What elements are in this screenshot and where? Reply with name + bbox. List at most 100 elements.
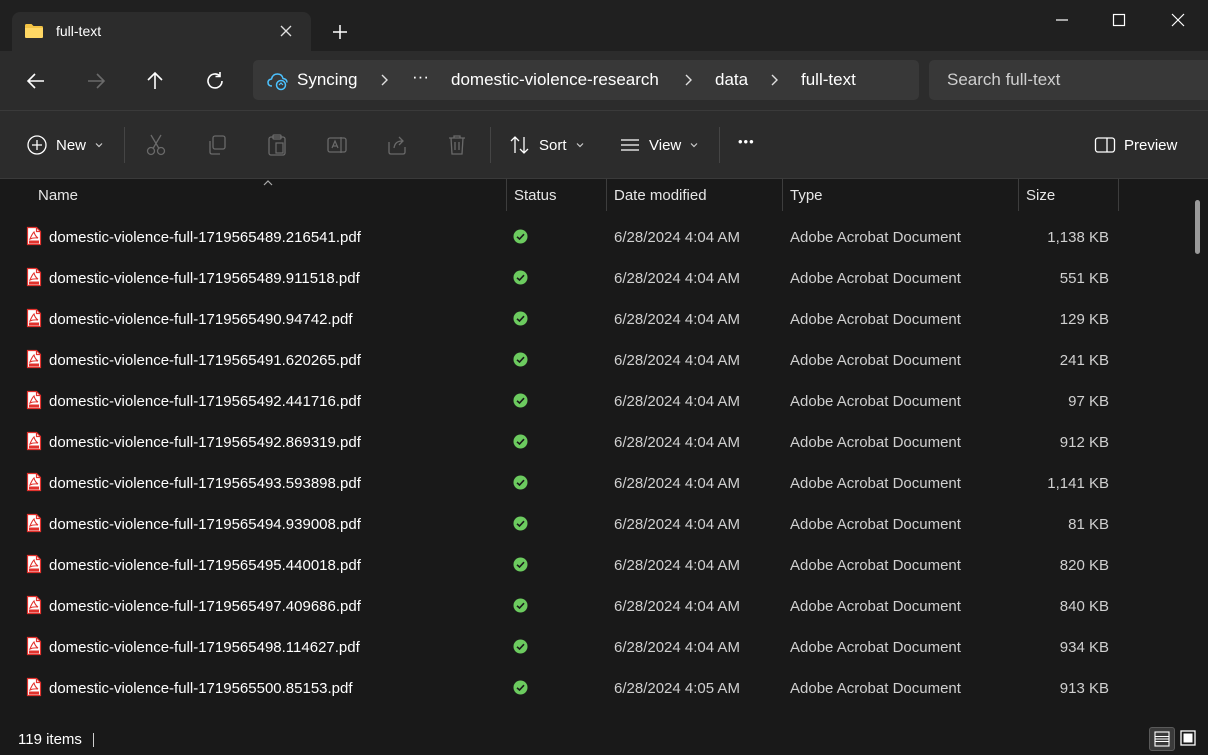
chevron-right-icon[interactable] xyxy=(683,72,695,88)
file-size: 840 KB xyxy=(1059,598,1109,615)
close-window-button[interactable] xyxy=(1150,0,1206,40)
file-row[interactable]: domestic-violence-full-1719565500.85153.… xyxy=(0,668,1192,709)
synced-check-icon xyxy=(513,352,528,367)
file-date-modified: 6/28/2024 4:04 AM xyxy=(614,229,740,246)
file-row[interactable]: domestic-violence-full-1719565494.939008… xyxy=(0,504,1192,545)
file-name: domestic-violence-full-1719565490.94742.… xyxy=(49,311,353,328)
column-header-name[interactable]: Name xyxy=(38,187,78,204)
file-name: domestic-violence-full-1719565489.216541… xyxy=(49,229,361,246)
scrollbar-thumb[interactable] xyxy=(1195,200,1200,254)
file-size: 81 KB xyxy=(1068,516,1109,533)
copy-icon[interactable] xyxy=(206,134,228,156)
trash-icon[interactable] xyxy=(446,133,468,157)
file-date-modified: 6/28/2024 4:04 AM xyxy=(614,352,740,369)
file-date-modified: 6/28/2024 4:04 AM xyxy=(614,393,740,410)
share-icon[interactable] xyxy=(386,134,408,156)
column-header-type[interactable]: Type xyxy=(790,187,823,204)
file-name: domestic-violence-full-1719565492.869319… xyxy=(49,434,361,451)
sort-icon xyxy=(510,136,529,154)
file-name: domestic-violence-full-1719565497.409686… xyxy=(49,598,361,615)
synced-check-icon xyxy=(513,680,528,695)
file-row[interactable]: domestic-violence-full-1719565492.441716… xyxy=(0,381,1192,422)
file-size: 97 KB xyxy=(1068,393,1109,410)
synced-check-icon xyxy=(513,475,528,490)
synced-check-icon xyxy=(513,516,528,531)
file-date-modified: 6/28/2024 4:04 AM xyxy=(614,434,740,451)
new-button[interactable]: New xyxy=(26,133,104,157)
details-view-button[interactable] xyxy=(1149,727,1175,751)
navigation-bar: Syncing ··· domestic-violence-research d… xyxy=(0,51,1208,111)
file-row[interactable]: domestic-violence-full-1719565490.94742.… xyxy=(0,299,1192,340)
column-header-date-modified[interactable]: Date modified xyxy=(614,187,707,204)
file-type: Adobe Acrobat Document xyxy=(790,639,961,656)
breadcrumb-data[interactable]: data xyxy=(715,70,748,90)
back-arrow-icon[interactable] xyxy=(24,69,48,93)
pdf-file-icon xyxy=(26,472,42,492)
address-bar[interactable]: Syncing ··· domestic-violence-research d… xyxy=(253,60,919,100)
synced-check-icon xyxy=(513,434,528,449)
chevron-right-icon[interactable] xyxy=(379,72,391,88)
search-placeholder: Search full-text xyxy=(947,70,1061,89)
column-resize-handle[interactable] xyxy=(782,179,783,211)
file-row[interactable]: domestic-violence-full-1719565489.216541… xyxy=(0,217,1192,258)
paste-icon[interactable] xyxy=(266,133,288,157)
up-arrow-icon[interactable] xyxy=(143,69,167,93)
tiles-view-button[interactable] xyxy=(1176,727,1202,751)
file-type: Adobe Acrobat Document xyxy=(790,352,961,369)
sort-label: Sort xyxy=(539,136,567,154)
pdf-file-icon xyxy=(26,267,42,287)
close-icon xyxy=(1171,13,1185,27)
view-button[interactable]: View xyxy=(619,133,699,157)
forward-arrow-icon[interactable] xyxy=(84,69,108,93)
pdf-file-icon xyxy=(26,554,42,574)
preview-button[interactable]: Preview xyxy=(1094,133,1177,157)
breadcrumb-full-text[interactable]: full-text xyxy=(801,70,856,90)
synced-check-icon xyxy=(513,270,528,285)
more-options-icon: ••• xyxy=(738,133,755,149)
file-type: Adobe Acrobat Document xyxy=(790,557,961,574)
file-row[interactable]: domestic-violence-full-1719565497.409686… xyxy=(0,586,1192,627)
file-row[interactable]: domestic-violence-full-1719565492.869319… xyxy=(0,422,1192,463)
file-name: domestic-violence-full-1719565495.440018… xyxy=(49,557,361,574)
search-input[interactable]: Search full-text xyxy=(929,60,1208,100)
close-icon[interactable] xyxy=(278,23,294,39)
view-label: View xyxy=(649,136,682,154)
file-row[interactable]: domestic-violence-full-1719565493.593898… xyxy=(0,463,1192,504)
file-size: 912 KB xyxy=(1059,434,1109,451)
column-resize-handle[interactable] xyxy=(506,179,507,211)
file-size: 241 KB xyxy=(1059,352,1109,369)
chevron-down-icon xyxy=(690,143,698,148)
refresh-icon[interactable] xyxy=(203,69,227,93)
file-row[interactable]: domestic-violence-full-1719565495.440018… xyxy=(0,545,1192,586)
maximize-button[interactable] xyxy=(1091,0,1147,40)
sort-button[interactable]: Sort xyxy=(509,133,585,157)
more-options-button[interactable]: ••• xyxy=(738,129,755,153)
file-type: Adobe Acrobat Document xyxy=(790,598,961,615)
file-row[interactable]: domestic-violence-full-1719565498.114627… xyxy=(0,627,1192,668)
breadcrumb-syncing[interactable]: Syncing xyxy=(297,70,357,90)
file-size: 913 KB xyxy=(1059,680,1109,697)
new-label: New xyxy=(56,136,87,154)
chevron-right-icon[interactable] xyxy=(769,72,781,88)
column-resize-handle[interactable] xyxy=(1018,179,1019,211)
plus-icon[interactable] xyxy=(330,22,350,42)
column-resize-handle[interactable] xyxy=(1118,179,1119,211)
cut-icon[interactable] xyxy=(145,133,167,157)
minimize-button[interactable] xyxy=(1034,0,1090,40)
file-row[interactable]: domestic-violence-full-1719565491.620265… xyxy=(0,340,1192,381)
plus-circle-icon xyxy=(27,135,47,155)
preview-label: Preview xyxy=(1124,136,1178,154)
file-name: domestic-violence-full-1719565493.593898… xyxy=(49,475,361,492)
breadcrumb-domestic-violence-research[interactable]: domestic-violence-research xyxy=(451,70,659,90)
breadcrumb-overflow[interactable]: ··· xyxy=(412,67,429,87)
file-size: 934 KB xyxy=(1059,639,1109,656)
column-header-status[interactable]: Status xyxy=(514,187,557,204)
tab-full-text[interactable]: full-text xyxy=(12,12,311,51)
column-header-size[interactable]: Size xyxy=(1026,187,1055,204)
file-name: domestic-violence-full-1719565489.911518… xyxy=(49,270,360,287)
file-row[interactable]: domestic-violence-full-1719565489.911518… xyxy=(0,258,1192,299)
rename-icon[interactable] xyxy=(326,134,348,156)
column-resize-handle[interactable] xyxy=(606,179,607,211)
file-size: 820 KB xyxy=(1059,557,1109,574)
pdf-file-icon xyxy=(26,513,42,533)
